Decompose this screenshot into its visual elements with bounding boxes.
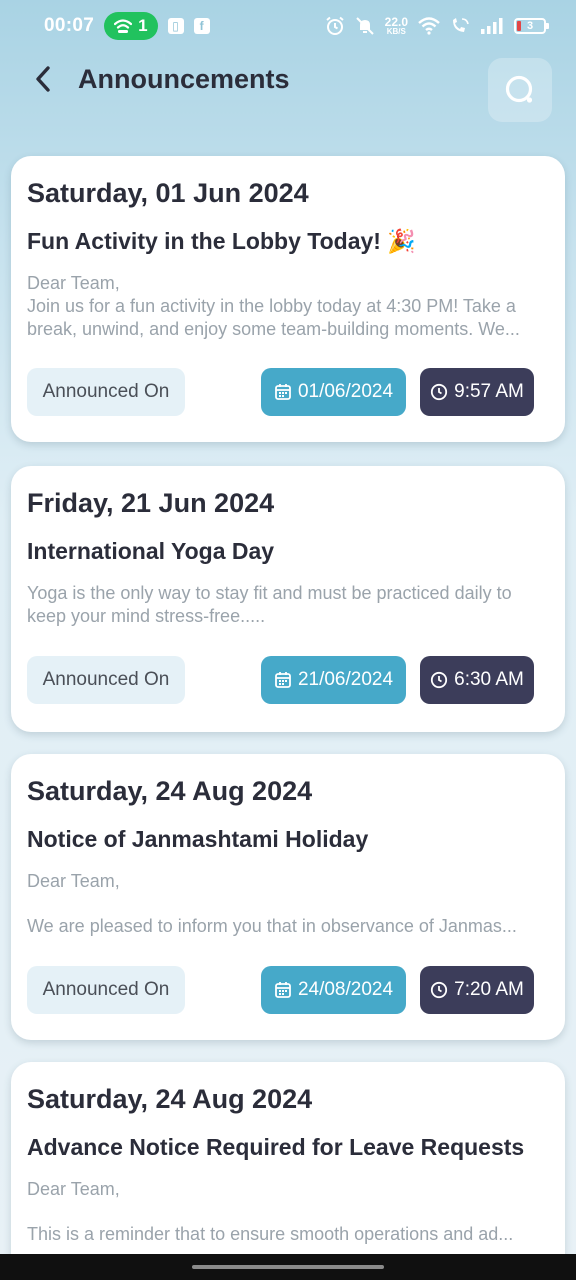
announcement-body: Dear Team, This is a reminder that to en…	[27, 1178, 549, 1246]
announcement-title: Advance Notice Required for Leave Reques…	[27, 1134, 525, 1160]
announcement-day-date: Saturday, 24 Aug 2024	[27, 1084, 313, 1114]
hotspot-count: 1	[138, 16, 148, 35]
chevron-left-icon	[36, 66, 50, 92]
announcement-body-line: Join us for a fun activity in the lobby …	[27, 296, 516, 316]
announcement-body-line: Dear Team,	[27, 1179, 120, 1199]
announcement-body-line: We are pleased to inform you that in obs…	[27, 916, 517, 936]
announced-on-label: Announced On	[27, 368, 185, 416]
search-icon	[505, 75, 533, 103]
announcement-date-chip: 24/08/2024	[261, 966, 406, 1014]
network-speed: 22.0 KB/S	[385, 16, 408, 36]
announced-on-label: Announced On	[27, 656, 185, 704]
announcement-day-date: Friday, 21 Jun 2024	[27, 488, 275, 518]
announcement-time: 7:20 AM	[454, 979, 524, 1000]
announcement-body-line: keep your mind stress-free.....	[27, 606, 266, 626]
status-time: 00:07	[44, 15, 95, 36]
announcement-meta: Announced On 24/08/2024 7:20 AM	[27, 966, 549, 1014]
announcement-body-line: Dear Team,	[27, 273, 120, 293]
network-speed-unit: KB/S	[386, 27, 406, 36]
announcement-body: Dear Team, Join us for a fun activity in…	[27, 272, 549, 341]
wifi-signal-icon	[418, 17, 440, 35]
announcement-body: Yoga is the only way to stay fit and mus…	[27, 582, 549, 628]
announcement-card[interactable]: Friday, 21 Jun 2024 International Yoga D…	[11, 466, 565, 732]
home-indicator[interactable]	[192, 1265, 384, 1269]
announcement-time: 9:57 AM	[454, 381, 524, 402]
calendar-icon	[274, 981, 292, 999]
page-title: Announcements	[78, 64, 290, 94]
back-button[interactable]	[28, 64, 58, 94]
announcement-body-line: Yoga is the only way to stay fit and mus…	[27, 583, 512, 603]
app-header: Announcements	[0, 56, 576, 122]
announcement-meta: Announced On 21/06/2024 6:30 AM	[27, 656, 549, 704]
announcement-date: 24/08/2024	[297, 979, 394, 1000]
announcement-body-line: break, unwind, and enjoy some team-build…	[27, 319, 520, 339]
announcement-body-line: This is a reminder that to ensure smooth…	[27, 1224, 514, 1244]
announcement-title: International Yoga Day	[27, 538, 275, 564]
announcement-day-date: Saturday, 24 Aug 2024	[27, 776, 313, 806]
wifi-icon	[114, 19, 133, 33]
battery-level: 3	[526, 20, 534, 32]
battery-saver-icon: ▯	[167, 18, 184, 34]
announcement-body-line: Dear Team,	[27, 871, 120, 891]
announcement-date-chip: 01/06/2024	[261, 368, 406, 416]
announcement-time-chip: 7:20 AM	[420, 966, 534, 1014]
hotspot-indicator: 1	[104, 12, 158, 40]
announcement-body-line	[27, 893, 549, 915]
announcement-title: Notice of Janmashtami Holiday	[27, 826, 369, 852]
alarm-icon	[326, 16, 344, 35]
search-button[interactable]	[488, 58, 552, 122]
battery-icon: 3	[514, 18, 549, 34]
announcement-body-line	[27, 1201, 549, 1223]
announcement-title: Fun Activity in the Lobby Today! 🎉	[27, 228, 416, 254]
announcement-time: 6:30 AM	[454, 669, 524, 690]
announcement-day-date: Saturday, 01 Jun 2024	[27, 178, 309, 208]
clock-icon	[430, 981, 448, 999]
announcement-card[interactable]: Saturday, 24 Aug 2024 Advance Notice Req…	[11, 1062, 565, 1280]
announcement-meta: Announced On 01/06/2024 9:57 AM	[27, 368, 549, 416]
calendar-icon	[274, 383, 292, 401]
system-nav-bar	[0, 1254, 576, 1280]
announcement-body: Dear Team, We are pleased to inform you …	[27, 870, 549, 938]
cellular-signal-icon	[481, 18, 503, 34]
facebook-icon: f	[193, 18, 210, 34]
announced-on-label: Announced On	[27, 966, 185, 1014]
announcement-time-chip: 6:30 AM	[420, 656, 534, 704]
clock-icon	[430, 671, 448, 689]
announcement-date: 21/06/2024	[297, 669, 394, 690]
announcement-date: 01/06/2024	[297, 381, 394, 402]
announcement-time-chip: 9:57 AM	[420, 368, 534, 416]
announcement-card[interactable]: Saturday, 24 Aug 2024 Notice of Janmasht…	[11, 754, 565, 1040]
announcement-date-chip: 21/06/2024	[261, 656, 406, 704]
clock-icon	[430, 383, 448, 401]
mute-icon	[355, 17, 374, 35]
status-bar: 00:07 1 ▯ f 22.0 KB/S 3	[0, 0, 576, 52]
calendar-icon	[274, 671, 292, 689]
announcement-card[interactable]: Saturday, 01 Jun 2024 Fun Activity in th…	[11, 156, 565, 442]
wifi-calling-icon	[453, 18, 469, 32]
